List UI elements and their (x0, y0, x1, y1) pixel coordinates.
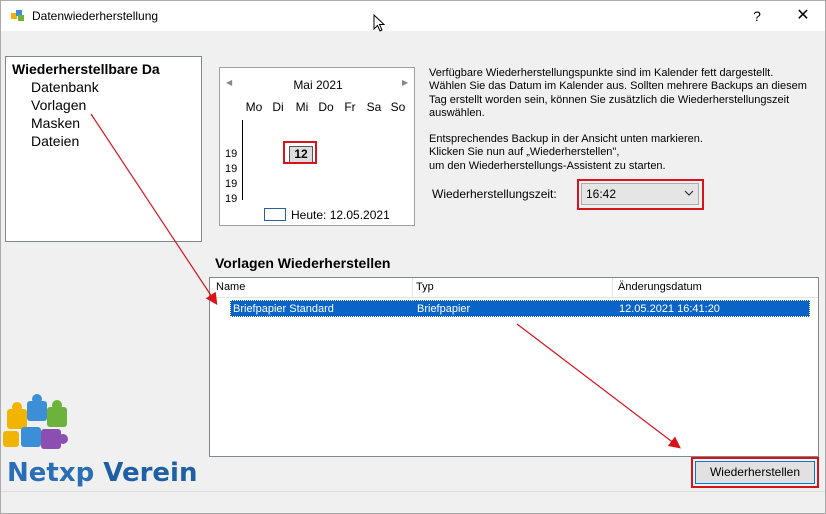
column-divider[interactable] (612, 278, 613, 298)
restore-time-label: Wiederherstellungszeit: (432, 187, 557, 201)
section-title: Vorlagen Wiederherstellen (215, 255, 391, 271)
restore-grid: Name Typ Änderungsdatum Briefpapier Stan… (209, 277, 819, 457)
tree-item-vorlagen[interactable]: Vorlagen (31, 97, 86, 113)
weekday-label: Do (318, 100, 334, 114)
app-icon (11, 10, 24, 21)
restore-tree: Wiederherstellbare Da Datenbank Vorlagen… (5, 56, 202, 242)
row-type: Briefpapier (417, 303, 471, 315)
tree-item-dateien[interactable]: Dateien (31, 133, 79, 149)
weekday-label: Mo (245, 100, 263, 114)
info-paragraph-1: Verfügbare Wiederherstellungspunkte sind… (429, 67, 807, 119)
highlight-restore-button (691, 457, 819, 488)
today-marker (264, 208, 286, 221)
tree-root[interactable]: Wiederherstellbare Da (12, 61, 200, 77)
column-header-type[interactable]: Typ (416, 281, 434, 293)
info-line: Entsprechendes Backup in der Ansicht unt… (429, 133, 703, 146)
tree-item-datenbank[interactable]: Datenbank (31, 79, 99, 95)
column-header-name[interactable]: Name (216, 281, 245, 293)
info-line: um den Wiederherstellungs-Assistent zu s… (429, 159, 666, 172)
highlight-time-select (577, 179, 704, 210)
close-button[interactable]: ✕ (791, 5, 815, 27)
mouse-cursor-icon (373, 14, 385, 32)
highlight-selected-day (283, 141, 317, 164)
brand-logo: Netxp Verein (7, 458, 197, 488)
week-number: 19 (225, 148, 238, 160)
puzzle-logo-icon (3, 394, 68, 449)
weekday-label: Di (272, 100, 284, 114)
info-line: Klicken Sie nun auf „Wiederherstellen", (429, 146, 620, 159)
weekday-label: So (390, 100, 406, 114)
dialog-window: Datenwiederherstellung ? ✕ Wiederherstel… (0, 0, 826, 514)
weekday-label: Sa (366, 100, 382, 114)
calendar-next-button[interactable]: ▶ (402, 78, 408, 87)
help-button[interactable]: ? (745, 5, 769, 27)
tree-item-masken[interactable]: Masken (31, 115, 80, 131)
week-number: 19 (225, 178, 238, 190)
calendar: ◀ Mai 2021 ▶ Mo Di Mi Do Fr Sa So 19 19 … (219, 67, 415, 226)
grid-header: Name Typ Änderungsdatum (210, 278, 818, 298)
weekday-label: Fr (344, 100, 356, 114)
table-row[interactable]: Briefpapier Standard Briefpapier 12.05.2… (230, 300, 810, 317)
brand-part-2: Verein (103, 458, 198, 488)
week-number: 19 (225, 193, 238, 205)
info-text: Verfügbare Wiederherstellungspunkte sind… (429, 67, 809, 173)
week-number: 19 (225, 163, 238, 175)
column-divider[interactable] (412, 278, 413, 298)
title-bar: Datenwiederherstellung ? ✕ (1, 1, 825, 31)
row-name: Briefpapier Standard (233, 303, 334, 315)
window-title: Datenwiederherstellung (32, 9, 159, 23)
status-divider (1, 491, 825, 492)
week-column-divider (242, 120, 243, 200)
column-header-date[interactable]: Änderungsdatum (618, 281, 702, 293)
row-date: 12.05.2021 16:41:20 (619, 303, 720, 315)
today-link[interactable]: Heute: 12.05.2021 (291, 208, 390, 222)
calendar-month-label[interactable]: Mai 2021 (220, 78, 416, 92)
weekday-label: Mi (295, 100, 309, 114)
brand-part-1: Netxp (7, 458, 104, 488)
